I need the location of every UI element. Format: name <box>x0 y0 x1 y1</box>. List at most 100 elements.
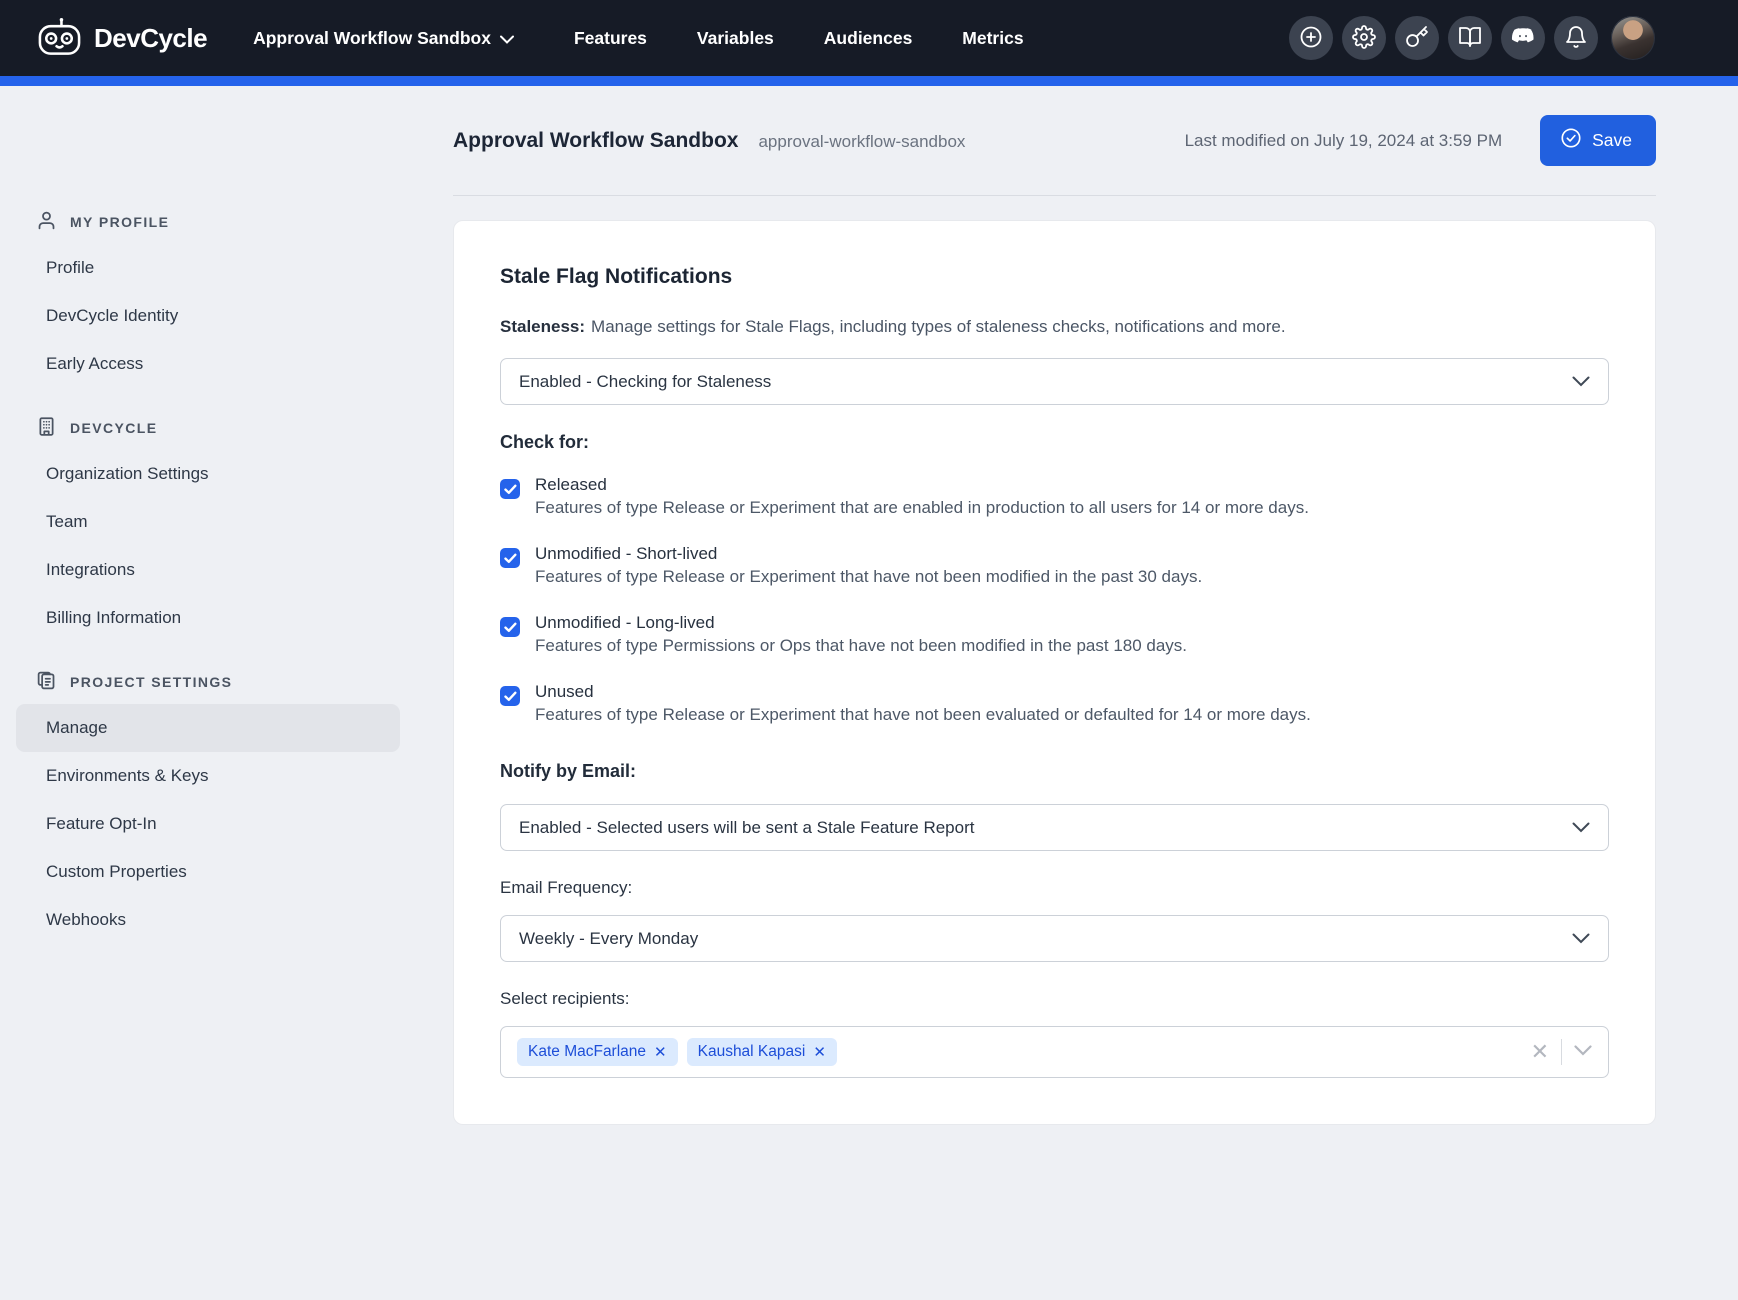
notify-select-value: Enabled - Selected users will be sent a … <box>519 818 974 838</box>
project-slug: approval-workflow-sandbox <box>758 132 965 152</box>
staleness-check-option[interactable]: Released Features of type Release or Exp… <box>500 475 1609 518</box>
divider <box>1561 1039 1562 1065</box>
sidebar-item[interactable]: Early Access <box>16 340 400 388</box>
email-frequency-select[interactable]: Weekly - Every Monday <box>500 915 1609 962</box>
checkbox[interactable] <box>500 479 520 499</box>
docs-button[interactable] <box>1448 16 1492 60</box>
gear-icon <box>1352 25 1376 52</box>
recipient-name: Kaushal Kapasi <box>698 1043 806 1061</box>
card-title: Stale Flag Notifications <box>500 265 1609 289</box>
email-frequency-value: Weekly - Every Monday <box>519 929 698 949</box>
check-option-description: Features of type Permissions or Ops that… <box>535 636 1187 656</box>
chevron-down-icon <box>1572 818 1590 838</box>
discord-icon <box>1510 24 1536 53</box>
sidebar-item-label: Webhooks <box>46 910 126 930</box>
sidebar-item-label: Custom Properties <box>46 862 187 882</box>
sidebar-item[interactable]: Environments & Keys <box>16 752 400 800</box>
clipboard-icon <box>36 670 57 694</box>
save-button-label: Save <box>1592 130 1632 151</box>
sidebar-item[interactable]: Billing Information <box>16 594 400 642</box>
sidebar-item[interactable]: Integrations <box>16 546 400 594</box>
project-selector[interactable]: Approval Workflow Sandbox <box>253 28 514 49</box>
navbar-actions <box>1289 16 1655 60</box>
sidebar-item-label: Early Access <box>46 354 143 374</box>
recipient-tag: Kaushal Kapasi ✕ <box>687 1038 837 1066</box>
checkbox[interactable] <box>500 548 520 568</box>
save-button[interactable]: Save <box>1540 115 1656 166</box>
check-for-heading: Check for: <box>500 432 1609 453</box>
sidebar-item-label: Team <box>46 512 88 532</box>
robot-logo-icon <box>36 16 83 61</box>
chevron-down-icon <box>500 28 514 49</box>
sidebar-item-label: Integrations <box>46 560 135 580</box>
api-keys-button[interactable] <box>1395 16 1439 60</box>
recipient-tag-list: Kate MacFarlane ✕ Kaushal Kapasi ✕ <box>517 1038 837 1066</box>
nav-link[interactable]: Variables <box>697 28 774 49</box>
accent-strip <box>0 76 1738 86</box>
check-option-label: Unmodified - Short-lived <box>535 544 1202 564</box>
staleness-check-option[interactable]: Unused Features of type Release or Exper… <box>500 682 1609 725</box>
recipients-multiselect[interactable]: Kate MacFarlane ✕ Kaushal Kapasi ✕ <box>500 1026 1609 1078</box>
recipient-tag: Kate MacFarlane ✕ <box>517 1038 678 1066</box>
brand-name: DevCycle <box>94 23 207 54</box>
key-icon <box>1405 25 1429 52</box>
staleness-check-option[interactable]: Unmodified - Long-lived Features of type… <box>500 613 1609 656</box>
sidebar-item-label: Profile <box>46 258 94 278</box>
top-navbar: DevCycle Approval Workflow Sandbox Featu… <box>0 0 1738 76</box>
sidebar-item-label: Feature Opt-In <box>46 814 157 834</box>
staleness-label: Staleness: <box>500 317 585 336</box>
chevron-down-icon <box>1572 372 1590 392</box>
notifications-button[interactable] <box>1554 16 1598 60</box>
last-modified-text: Last modified on July 19, 2024 at 3:59 P… <box>1185 131 1503 151</box>
app-root: DevCycle Approval Workflow Sandbox Featu… <box>0 0 1738 1300</box>
sidebar-section-my-profile: MY PROFILE Profile DevCycle Identity Ear… <box>16 210 400 388</box>
remove-recipient-icon[interactable]: ✕ <box>654 1045 667 1060</box>
main-content: Approval Workflow Sandbox approval-workf… <box>440 86 1738 1300</box>
staleness-description: Staleness:Manage settings for Stale Flag… <box>500 317 1609 337</box>
sidebar-item[interactable]: Manage <box>16 704 400 752</box>
sidebar-item[interactable]: Webhooks <box>16 896 400 944</box>
sidebar-item-label: Billing Information <box>46 608 181 628</box>
sidebar-item[interactable]: Team <box>16 498 400 546</box>
remove-recipient-icon[interactable]: ✕ <box>813 1045 826 1060</box>
staleness-check-option[interactable]: Unmodified - Short-lived Features of typ… <box>500 544 1609 587</box>
sidebar-item-label: Organization Settings <box>46 464 209 484</box>
sidebar-item[interactable]: Profile <box>16 244 400 292</box>
stale-flag-notifications-card: Stale Flag Notifications Staleness:Manag… <box>453 220 1656 1125</box>
sidebar-item[interactable]: Organization Settings <box>16 450 400 498</box>
recipient-name: Kate MacFarlane <box>528 1043 646 1061</box>
notify-by-email-select[interactable]: Enabled - Selected users will be sent a … <box>500 804 1609 851</box>
book-icon <box>1458 25 1482 52</box>
checkbox[interactable] <box>500 686 520 706</box>
primary-nav: Features Variables Audiences Metrics <box>574 28 1024 49</box>
plus-circle-icon <box>1299 25 1323 52</box>
project-selector-label: Approval Workflow Sandbox <box>253 28 491 49</box>
devcycle-logo[interactable]: DevCycle <box>36 16 207 61</box>
check-option-label: Unmodified - Long-lived <box>535 613 1187 633</box>
sidebar-item[interactable]: Feature Opt-In <box>16 800 400 848</box>
content-area: Stale Flag Notifications Staleness:Manag… <box>453 196 1656 1300</box>
nav-link[interactable]: Audiences <box>824 28 913 49</box>
sidebar-item[interactable]: Custom Properties <box>16 848 400 896</box>
settings-button[interactable] <box>1342 16 1386 60</box>
sidebar-section-devcycle: DEVCYCLE Organization Settings Team Inte… <box>16 416 400 642</box>
settings-sidebar: MY PROFILE Profile DevCycle Identity Ear… <box>0 86 440 1300</box>
chevron-down-icon[interactable] <box>1574 1043 1592 1061</box>
page-title: Approval Workflow Sandbox <box>453 129 738 153</box>
clear-recipients-icon[interactable]: ✕ <box>1531 1041 1549 1063</box>
sidebar-item-label: Environments & Keys <box>46 766 209 786</box>
staleness-select[interactable]: Enabled - Checking for Staleness <box>500 358 1609 405</box>
nav-link[interactable]: Metrics <box>962 28 1023 49</box>
sidebar-section-label: DEVCYCLE <box>70 420 157 436</box>
create-button[interactable] <box>1289 16 1333 60</box>
check-circle-icon <box>1560 127 1582 154</box>
checkbox[interactable] <box>500 617 520 637</box>
nav-link[interactable]: Features <box>574 28 647 49</box>
check-option-description: Features of type Release or Experiment t… <box>535 567 1202 587</box>
sidebar-section-label: PROJECT SETTINGS <box>70 674 232 690</box>
discord-button[interactable] <box>1501 16 1545 60</box>
sidebar-item[interactable]: DevCycle Identity <box>16 292 400 340</box>
user-avatar[interactable] <box>1611 16 1655 60</box>
chevron-down-icon <box>1572 929 1590 949</box>
sidebar-section-project-settings: PROJECT SETTINGS Manage Environments & K… <box>16 670 400 944</box>
